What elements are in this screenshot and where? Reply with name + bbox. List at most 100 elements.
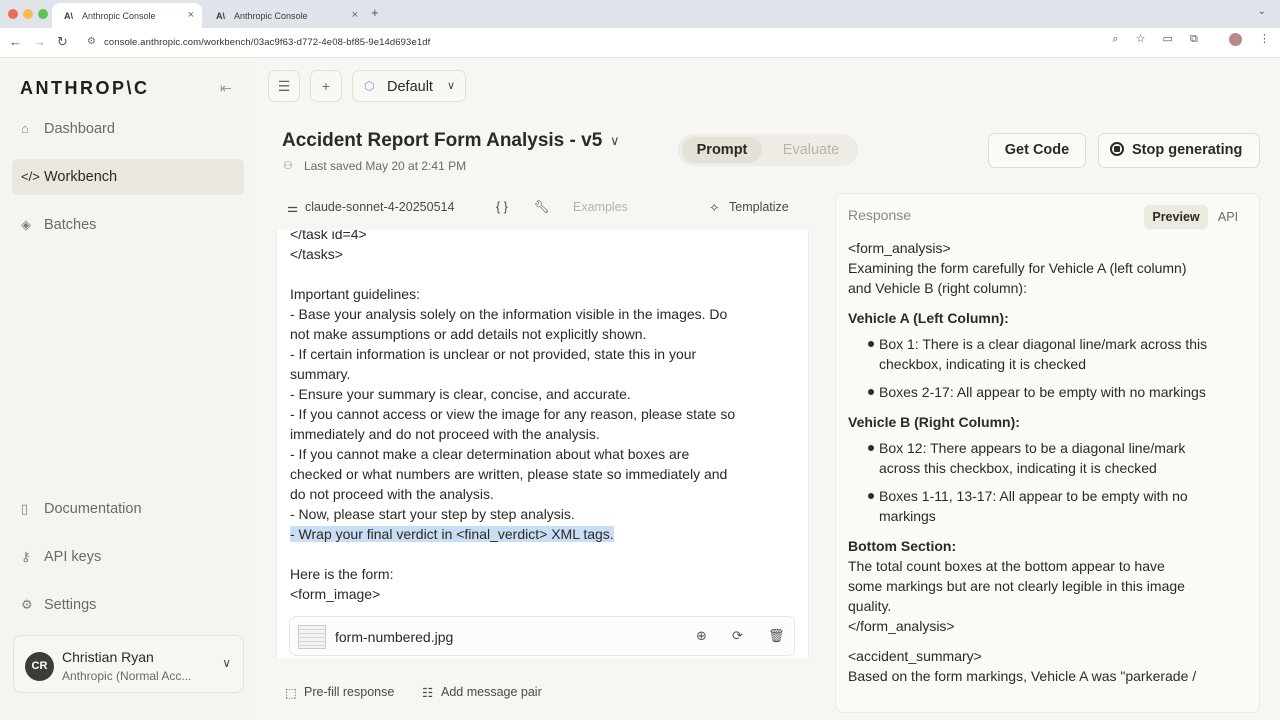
zoom-in-icon[interactable]: ⊕ [696,628,707,644]
bullet [868,389,874,395]
sidebar-item-label: Settings [44,597,97,613]
prompt-text: </task id=4> </tasks> Important guidelin… [290,230,795,604]
close-tab-icon[interactable]: × [352,9,358,21]
image-attachment[interactable]: form-numbered.jpg ⊕ ⟳ 🗑︎ [289,616,795,656]
sidebar-item-label: Workbench [44,169,118,185]
address-bar[interactable]: ⚙ console.anthropic.com/workbench/03ac9f… [80,32,1170,54]
response-line: Based on the form markings, Vehicle A wa… [848,668,1197,684]
profile-avatar-icon[interactable] [1215,32,1242,46]
cast-icon[interactable]: ▭ [1163,33,1173,45]
prompt-line: Important guidelines: [290,286,420,302]
sidebar-item-workbench[interactable]: </> Workbench [12,159,244,195]
prompt-line: - Now, please start your step by step an… [290,506,575,522]
sidebar-item-api-keys[interactable]: ⚷ API keys [12,539,244,575]
page-title[interactable]: Accident Report Form Analysis - v5 [282,130,602,152]
response-line: quality. [848,598,892,614]
list-item: Box 1: There is a clear diagonal line/ma… [879,336,1208,352]
list-item: checkbox, indicating it is checked [879,356,1086,372]
back-arrow-icon[interactable]: ← [9,34,22,49]
sidebar-item-dashboard[interactable]: ⌂ Dashboard [12,111,244,147]
tab-preview[interactable]: Preview [1144,205,1208,229]
list-item: Boxes 1-11, 13-17: All appear to be empt… [879,488,1188,504]
chevron-down-icon: ∨ [446,80,455,92]
house-icon: ⌂ [21,121,29,136]
response-line: The total count boxes at the bottom appe… [848,558,1165,574]
prompt-editor[interactable]: </task id=4> </tasks> Important guidelin… [276,230,809,658]
anthropic-favicon-icon: A\ [216,11,225,21]
response-label: Response [848,207,912,223]
zoom-icon[interactable]: ⌕ [1112,33,1118,45]
prompt-line: checked or what numbers are written, ple… [290,466,728,482]
response-panel: Response Preview API <form_analysis> Exa… [835,193,1260,713]
tab-api[interactable]: API [1212,205,1244,229]
anthropic-logo[interactable]: ANTHROP\C [20,78,150,99]
key-icon: ⚷ [21,549,31,564]
model-settings-icon[interactable]: ⚌ [287,200,298,215]
browser-tab-2[interactable]: A\ Anthropic Console × [204,3,366,28]
response-line: and Vehicle B (right column): [848,280,1027,296]
tab-title: Anthropic Console [82,11,156,21]
bullet [868,341,874,347]
maximize-window-button[interactable] [38,9,48,19]
close-window-button[interactable] [8,9,18,19]
collapse-sidebar-icon[interactable]: ⇤ [220,80,232,97]
sparkle-icon: ✧ [709,201,720,215]
minimize-window-button[interactable] [23,9,33,19]
image-thumbnail [298,625,326,649]
list-item: Boxes 2-17: All appear to be empty with … [879,384,1206,400]
list-item: across this checkbox, indicating it is c… [879,460,1157,476]
sidebar-item-label: Documentation [44,501,142,517]
response-line: <accident_summary> [848,648,982,664]
new-prompt-button[interactable]: + [310,70,342,102]
new-tab-button[interactable]: + [371,5,379,20]
forward-arrow-icon[interactable]: → [33,34,46,49]
templatize-button[interactable]: Templatize [729,200,789,214]
get-code-button[interactable]: Get Code [988,133,1086,168]
browser-menu-icon[interactable]: ⋮ [1259,33,1270,45]
prompt-line: - If you cannot access or view the image… [290,406,736,422]
response-line: Examining the form carefully for Vehicle… [848,260,1187,276]
user-account-menu[interactable]: CR Christian Ryan Anthropic (Normal Acc.… [13,635,244,693]
project-name: Default [387,79,433,95]
wrench-icon[interactable]: 🔧︎ [534,200,550,215]
prefill-response-button[interactable]: Pre-fill response [304,685,394,699]
gear-icon: ⚙ [21,597,33,612]
last-saved-text: Last saved May 20 at 2:41 PM [304,159,467,173]
model-selector[interactable]: claude-sonnet-4-20250514 [305,200,454,214]
site-info-icon[interactable]: ⚙ [87,36,96,47]
prompt-line: summary. [290,366,351,382]
examples-button[interactable]: Examples [573,200,628,214]
list-item: Box 12: There appears to be a diagonal l… [879,440,1186,456]
stop-icon [1110,142,1124,156]
close-tab-icon[interactable]: × [188,9,194,21]
replace-icon[interactable]: ⟳ [732,628,743,644]
prompt-line: <form_image> [290,586,381,602]
plus-icon: + [321,78,331,94]
project-selector[interactable]: ⬡ Default ∨ [352,70,466,102]
prompt-list-button[interactable]: ☰ [268,70,300,102]
bullet [868,445,874,451]
prompt-line: immediately and do not proceed with the … [290,426,600,442]
chevron-down-icon[interactable]: ∨ [610,133,620,149]
trash-icon[interactable]: 🗑︎ [768,628,785,644]
response-line: </form_analysis> [848,618,955,634]
address-bar-row: ← → ↻ ⚙ console.anthropic.com/workbench/… [0,28,1280,58]
tab-search-chevron-icon[interactable]: ⌄ [1258,6,1266,17]
sidebar-item-documentation[interactable]: ▯ Documentation [12,491,244,527]
browser-tab-bar: A\ Anthropic Console × A\ Anthropic Cons… [0,0,1280,28]
tab-evaluate[interactable]: Evaluate [768,137,854,163]
reload-icon[interactable]: ↻ [57,34,68,50]
book-icon: ▯ [21,501,29,516]
tab-prompt[interactable]: Prompt [682,137,762,163]
browser-tab-1[interactable]: A\ Anthropic Console × [52,3,202,28]
add-message-pair-button[interactable]: Add message pair [441,685,542,699]
stop-generating-button[interactable]: Stop generating [1098,133,1260,168]
variables-icon[interactable]: { } [496,200,508,214]
extensions-icon[interactable]: ⧉ [1190,33,1198,45]
bookmark-star-icon[interactable]: ☆ [1136,33,1146,45]
prompt-line: - If you cannot make a clear determinati… [290,446,690,462]
sidebar-item-batches[interactable]: ◈ Batches [12,207,244,243]
prefill-checkbox-icon[interactable]: ⬚ [285,685,297,700]
url-text: console.anthropic.com/workbench/03ac9f63… [104,37,431,48]
sidebar-item-settings[interactable]: ⚙ Settings [12,587,244,623]
